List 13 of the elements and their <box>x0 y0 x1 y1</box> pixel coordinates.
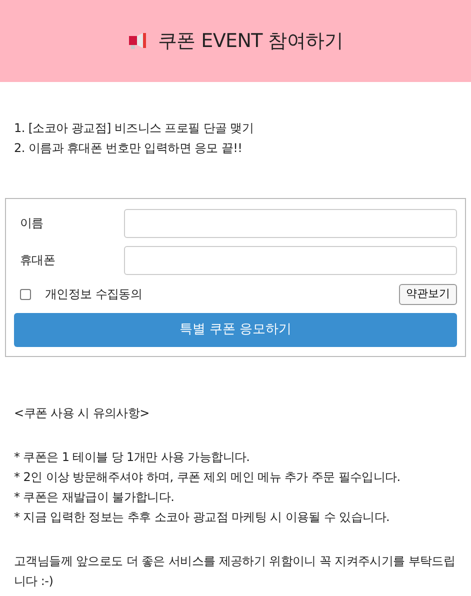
page-title: 쿠폰 EVENT 참여하기 <box>158 28 343 54</box>
field-label: 휴대폰 <box>19 252 56 269</box>
field-label: 이름 <box>19 215 44 232</box>
notice-item: * 지금 입력한 정보는 추후 소코아 광교점 마케팅 시 이용될 수 있습니다. <box>14 508 390 526</box>
notice-title: <쿠폰 사용 시 유의사항> <box>14 404 150 422</box>
instruction-text: 1. [소코아 광교점] 비즈니스 프로필 단골 맺기 <box>14 120 255 137</box>
notice-item: * 2인 이상 방문해주셔야 하며, 쿠폰 제외 메인 메뉴 추가 주문 필수입니다. <box>14 468 402 486</box>
instruction-text: 2. 이름과 휴대폰 번호만 입력하면 응모 끝!! <box>14 140 244 157</box>
notice-item: * 쿠폰은 1 테이블 당 1개만 사용 가능합니다. <box>14 448 251 466</box>
notice-item: * 쿠폰은 재발급이 불가합니다. <box>14 488 176 506</box>
terms-button[interactable]: 약관보기 <box>399 284 457 304</box>
closing-text: 고객님들께 앞으로도 더 좋은 서비스를 제공하기 위함이니 꼭 지켜주시기를 부탁드립니다 :-) <box>14 552 456 590</box>
consent-label: 개인정보 수집동의 <box>45 286 144 304</box>
